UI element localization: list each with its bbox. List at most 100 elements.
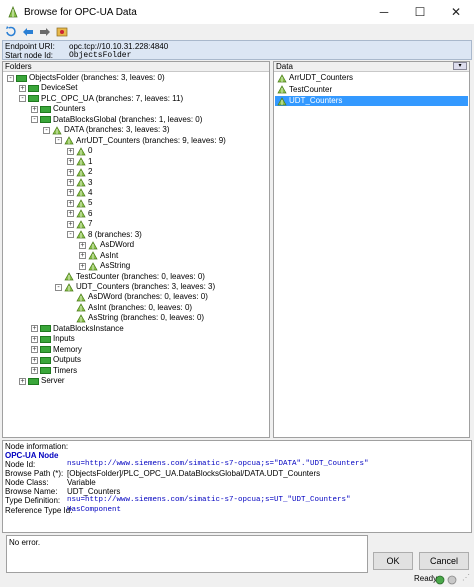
tree-node[interactable]: AsInt (branches: 0, leaves: 0): [67, 303, 192, 313]
expand-icon[interactable]: +: [67, 179, 74, 186]
tree-node[interactable]: - ArrUDT_Counters (branches: 9, leaves: 9…: [55, 136, 226, 146]
tree-node[interactable]: + Memory: [31, 345, 82, 355]
tree-node-label: AsInt (branches: 0, leaves: 0): [88, 302, 193, 312]
tree-node[interactable]: - DataBlocksGlobal (branches: 1, leaves: …: [31, 115, 202, 125]
tree-node[interactable]: - 8 (branches: 3): [67, 230, 142, 240]
data-item-label: UDT_Counters: [289, 96, 343, 105]
resize-grip-icon[interactable]: ⋰: [462, 573, 470, 582]
tree-node-label: AsDWord (branches: 0, leaves: 0): [88, 292, 208, 302]
tree-node[interactable]: +7: [67, 219, 92, 229]
expand-icon[interactable]: +: [79, 262, 86, 270]
tree-node[interactable]: AsString (branches: 0, leaves: 0): [67, 313, 204, 323]
collapse-icon[interactable]: -: [43, 126, 50, 134]
folder-icon: [40, 367, 51, 375]
cancel-button[interactable]: Cancel: [419, 552, 469, 570]
expand-icon[interactable]: +: [67, 220, 74, 228]
collapse-icon[interactable]: -: [55, 283, 62, 291]
tree-node[interactable]: + Inputs: [31, 334, 75, 344]
variable-node-icon: [76, 157, 88, 166]
collapse-icon[interactable]: -: [31, 116, 38, 124]
info-field-value: [ObjectsFolder]/PLC_OPC_UA.DataBlocksGlo…: [67, 469, 321, 479]
variable-node-icon: [76, 293, 88, 302]
expand-icon[interactable]: +: [67, 199, 74, 207]
expand-icon[interactable]: +: [19, 377, 26, 385]
home-icon[interactable]: [55, 26, 69, 38]
tree-node[interactable]: +3: [67, 178, 92, 188]
tree-node-label: DeviceSet: [41, 83, 78, 93]
info-field-label: Browse Name:: [5, 487, 58, 497]
tree-node[interactable]: +6: [67, 209, 92, 219]
expand-icon[interactable]: +: [67, 147, 74, 155]
collapse-icon[interactable]: -: [55, 137, 62, 145]
collapse-icon[interactable]: -: [19, 95, 26, 103]
expand-icon[interactable]: +: [67, 168, 74, 176]
expand-icon[interactable]: +: [31, 325, 38, 333]
tree-node[interactable]: + AsDWord: [79, 240, 134, 250]
tree-node[interactable]: AsDWord (branches: 0, leaves: 0): [67, 292, 208, 302]
tree-node[interactable]: + Outputs: [31, 355, 81, 365]
expand-icon[interactable]: +: [31, 335, 38, 343]
tree-node[interactable]: +5: [67, 198, 92, 208]
tree-node[interactable]: + AsString: [79, 261, 130, 271]
collapse-icon[interactable]: -: [7, 74, 14, 82]
tree-node-label: Timers: [53, 365, 78, 375]
view-options-icon[interactable]: ▾: [453, 62, 467, 70]
info-field-label: Node Class:: [5, 478, 49, 488]
data-list-item[interactable]: ArrUDT_Counters: [275, 73, 468, 83]
window-title: Browse for OPC-UA Data: [24, 6, 137, 18]
tree-node[interactable]: +2: [67, 167, 92, 177]
tree-node[interactable]: - UDT_Counters (branches: 3, leaves: 3): [55, 282, 215, 292]
data-item-label: TestCounter: [289, 84, 333, 94]
tree-node[interactable]: + AsInt: [79, 251, 118, 261]
tree-node[interactable]: + Counters: [31, 104, 85, 114]
tree-node-label: AsString (branches: 0, leaves: 0): [88, 313, 205, 323]
expand-icon[interactable]: +: [79, 252, 86, 260]
expand-icon[interactable]: +: [67, 210, 74, 218]
info-field-value: HasComponent: [67, 505, 122, 514]
expand-icon[interactable]: +: [31, 356, 38, 364]
tree-node[interactable]: TestCounter (branches: 0, leaves: 0): [55, 272, 205, 282]
tree-node[interactable]: + DeviceSet: [19, 83, 77, 93]
tree-node[interactable]: +0: [67, 146, 92, 156]
data-list-item[interactable]: TestCounter: [275, 85, 468, 95]
info-field-value: Variable: [67, 478, 96, 488]
expand-icon[interactable]: +: [31, 346, 38, 354]
maximize-button[interactable]: ☐: [402, 0, 438, 24]
forward-icon[interactable]: [38, 26, 52, 38]
expand-icon[interactable]: +: [31, 105, 38, 113]
collapse-icon[interactable]: -: [67, 231, 74, 239]
tree-node[interactable]: +1: [67, 157, 92, 167]
expand-icon[interactable]: +: [19, 84, 26, 92]
folder-icon: [40, 346, 51, 354]
ok-button[interactable]: OK: [373, 552, 413, 570]
refresh-icon[interactable]: [4, 26, 18, 38]
expand-icon[interactable]: +: [67, 189, 74, 197]
tree-node-label: ArrUDT_Counters (branches: 9, leaves: 9): [76, 135, 226, 145]
tree-node-label: UDT_Counters (branches: 3, leaves: 3): [76, 282, 216, 291]
folder-icon: [28, 377, 39, 385]
node-type: OPC-UA Node: [5, 451, 59, 460]
tree-node[interactable]: +4: [67, 188, 92, 198]
expand-icon[interactable]: +: [31, 367, 38, 375]
tree-node[interactable]: - DATA (branches: 3, leaves: 3): [43, 125, 170, 135]
tree-node[interactable]: - ObjectsFolder (branches: 3, leaves: 0): [7, 73, 165, 83]
tree-node-label: AsDWord: [100, 240, 135, 250]
tree-node-label: Outputs: [53, 355, 82, 365]
tree-node-label: 8 (branches: 3): [88, 229, 142, 239]
close-button[interactable]: ✕: [438, 0, 474, 24]
tree-node[interactable]: - PLC_OPC_UA (branches: 7, leaves: 11): [19, 94, 183, 104]
expand-icon[interactable]: +: [79, 241, 86, 249]
minimize-button[interactable]: ─: [366, 0, 402, 24]
start-node-value: ObjectsFolder: [69, 51, 132, 60]
back-icon[interactable]: [21, 26, 35, 38]
tree-node-label: 0: [88, 146, 93, 156]
folder-icon: [28, 84, 39, 92]
tree-node[interactable]: + Timers: [31, 366, 77, 376]
tree-node[interactable]: + DataBlocksInstance: [31, 324, 124, 334]
tree-node[interactable]: + Server: [19, 376, 65, 386]
tree-node-label: 3: [88, 177, 93, 187]
info-field-label: Type Definition:: [5, 496, 61, 506]
data-list-item[interactable]: UDT_Counters: [275, 96, 468, 106]
status-bar: Ready ⋰: [0, 573, 474, 587]
expand-icon[interactable]: +: [67, 158, 74, 166]
